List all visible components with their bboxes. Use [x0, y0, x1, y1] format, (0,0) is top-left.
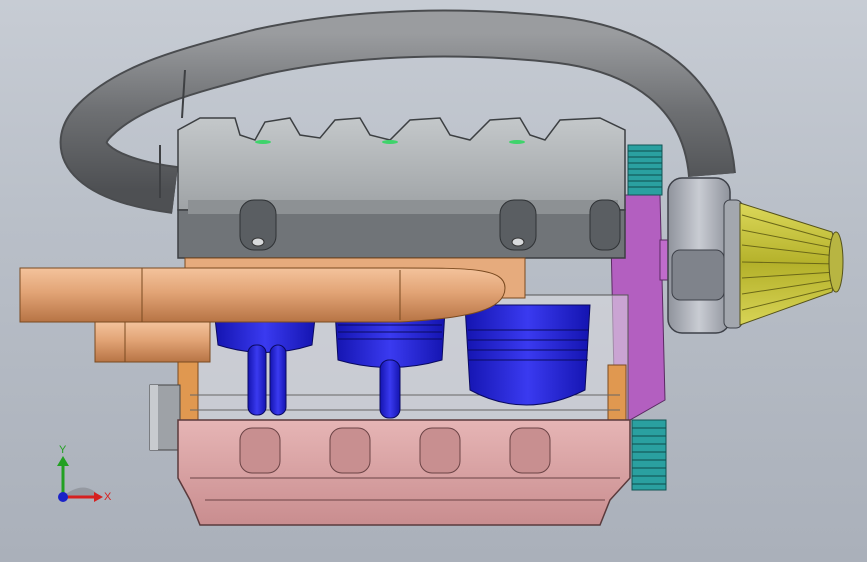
- y-axis-label: Y: [59, 444, 67, 456]
- air-filter-cone[interactable]: [723, 199, 844, 329]
- lower-timing-gear[interactable]: [631, 419, 667, 491]
- z-axis-dot: [58, 492, 68, 502]
- cad-viewport[interactable]: Y X: [0, 0, 867, 562]
- axis-triad: Y X: [57, 444, 112, 503]
- engine-model-scene[interactable]: Y X: [0, 0, 867, 562]
- oil-pan[interactable]: [177, 419, 631, 526]
- crank-pulley[interactable]: [149, 384, 181, 451]
- turbo-housing[interactable]: [667, 177, 731, 334]
- y-axis-arrowhead: [57, 456, 69, 466]
- x-axis-label: X: [104, 491, 112, 503]
- upper-timing-gear[interactable]: [627, 144, 663, 196]
- cylinder-head[interactable]: [177, 117, 626, 259]
- x-axis-arrowhead: [94, 492, 103, 502]
